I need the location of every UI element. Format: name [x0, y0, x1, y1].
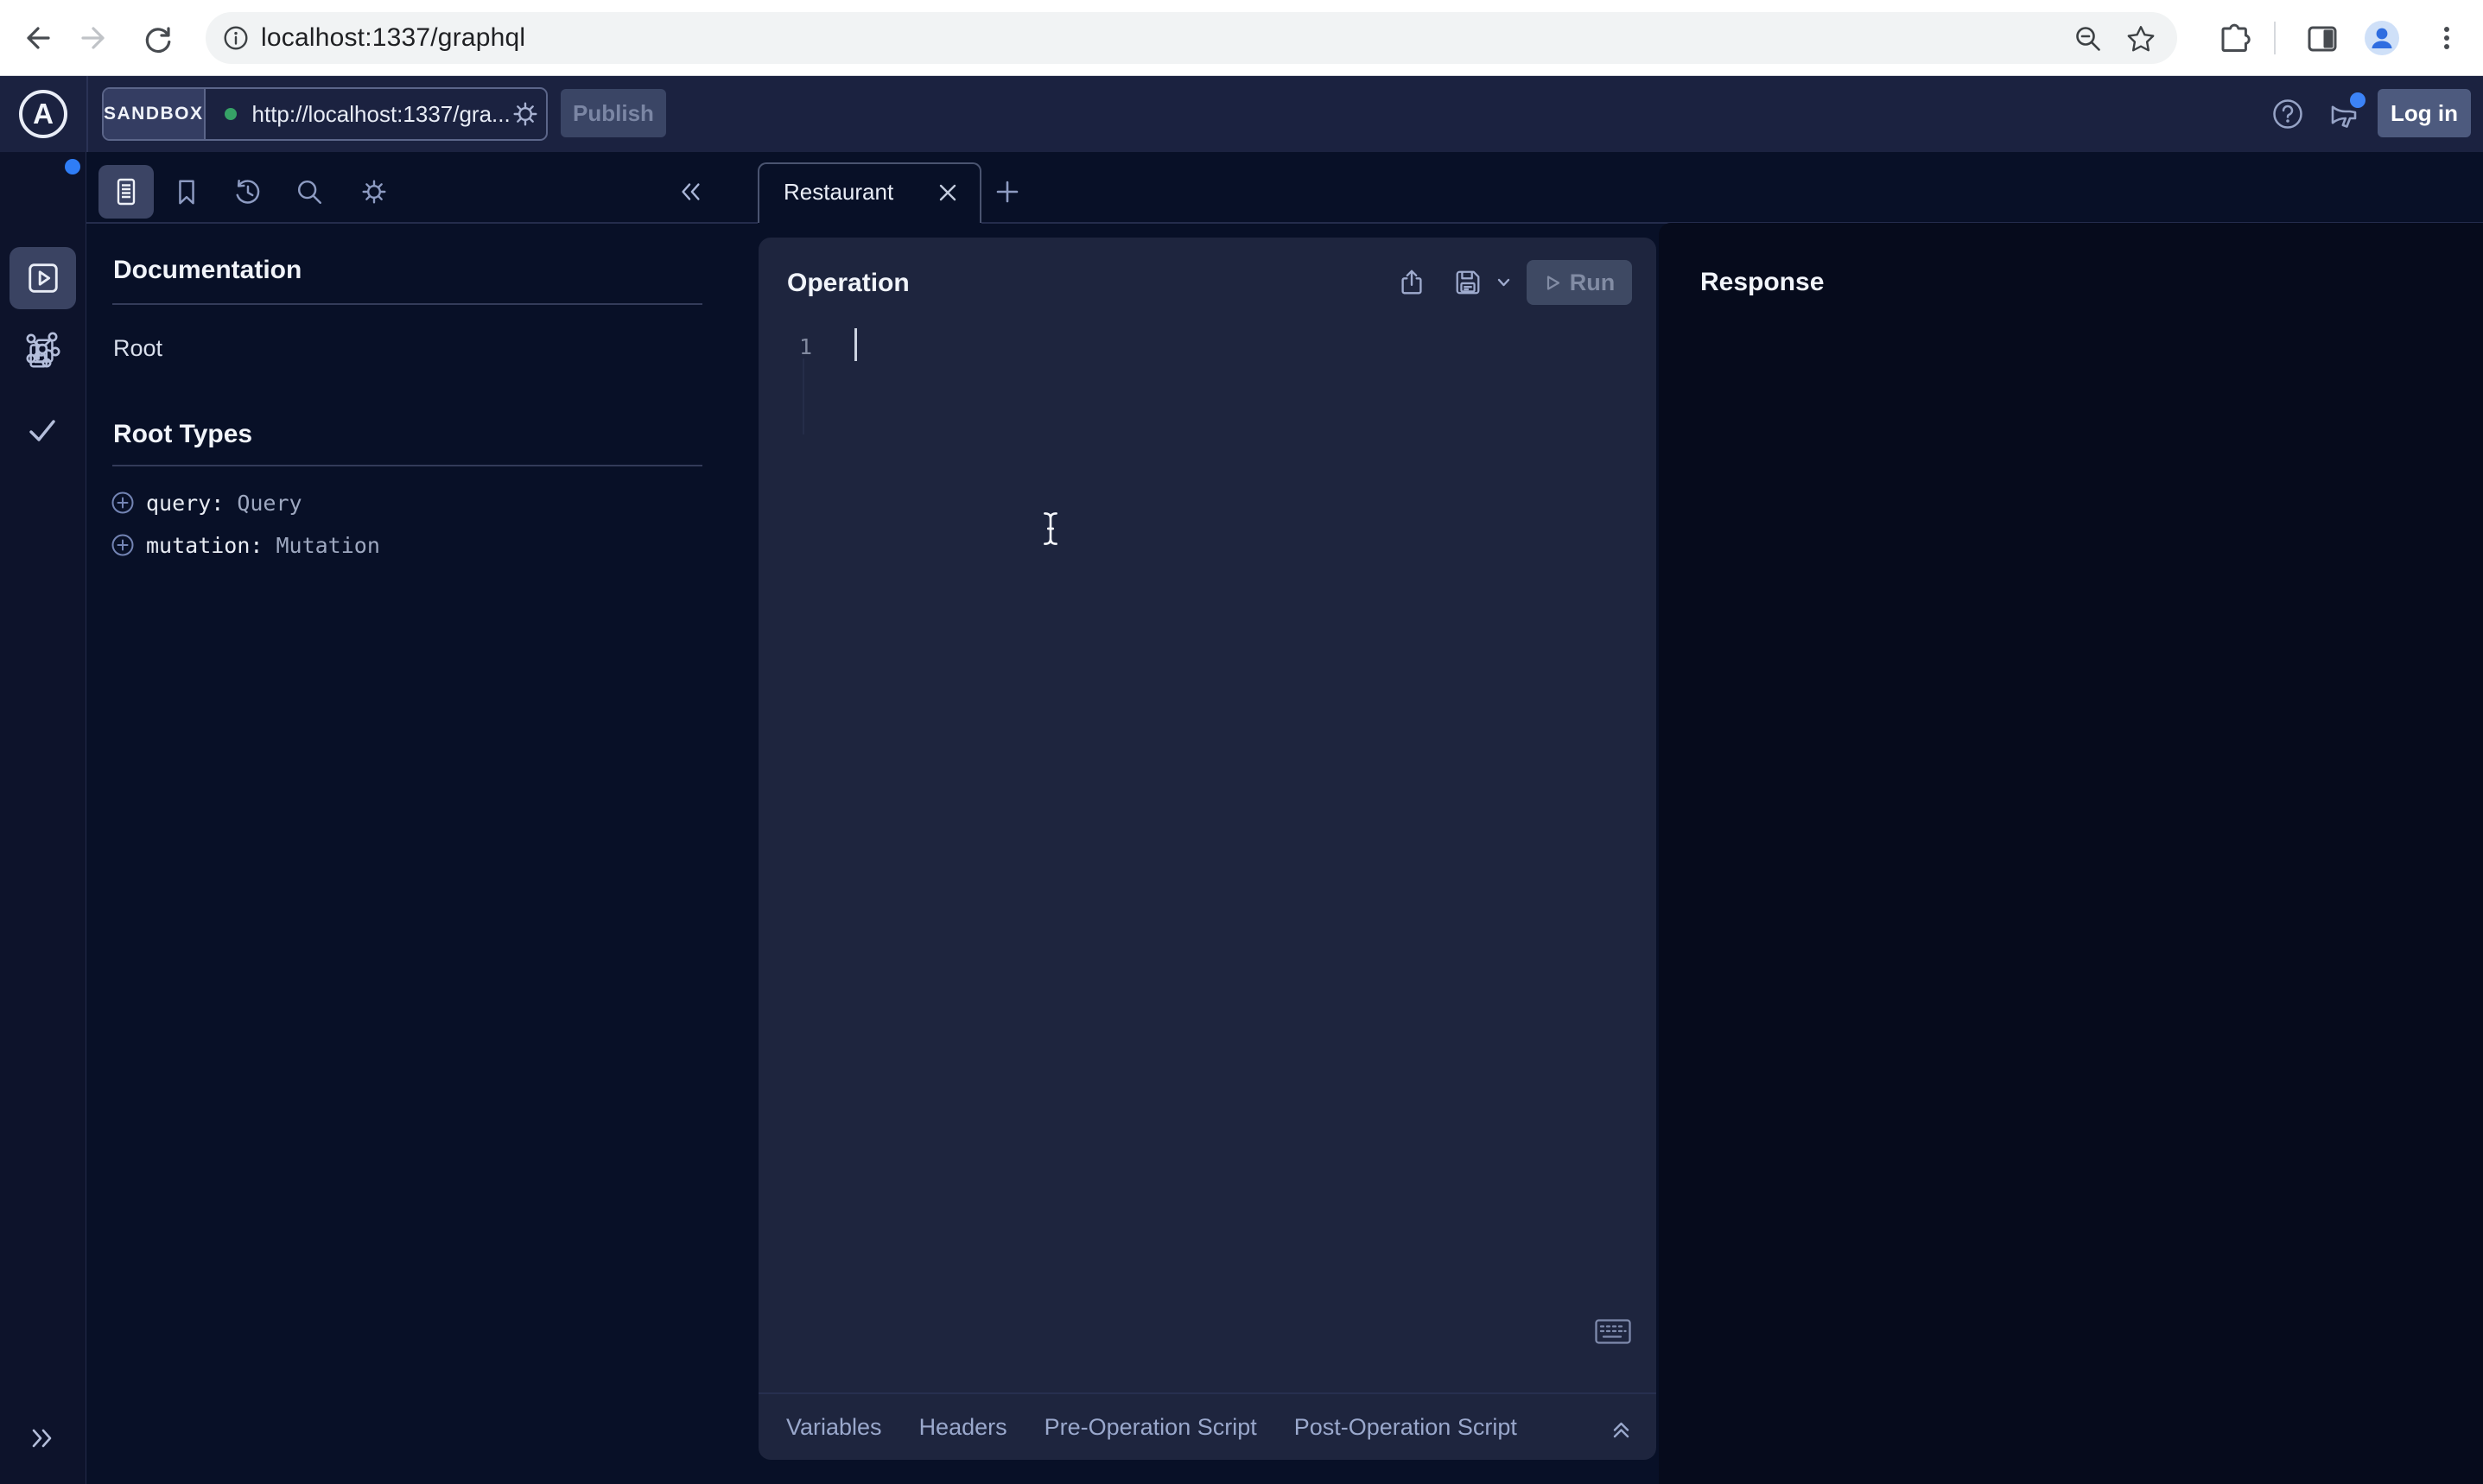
- tab-pre-operation-script[interactable]: Pre-Operation Script: [1045, 1414, 1257, 1441]
- history-icon[interactable]: [233, 177, 263, 206]
- tab-post-operation-script[interactable]: Post-Operation Script: [1294, 1414, 1517, 1441]
- content-area: Restaurant Documentation Root Root Types…: [86, 152, 2483, 1484]
- url-bar[interactable]: localhost:1337/graphql: [206, 12, 2177, 64]
- sidebar-item-changelog[interactable]: [24, 335, 60, 371]
- toolbar-separator: [2274, 22, 2276, 54]
- new-tab-plus-icon[interactable]: [993, 177, 1022, 206]
- docs-panel-title: Documentation: [113, 256, 302, 285]
- field-name: query:: [146, 491, 224, 516]
- connection-status-dot: [225, 108, 237, 120]
- apollo-logo-letter: A: [33, 98, 54, 130]
- star-icon[interactable]: [2125, 23, 2156, 54]
- changelog-icon: [24, 335, 60, 371]
- docs-root-link[interactable]: Root: [113, 335, 162, 362]
- collapse-panel-icon[interactable]: [677, 179, 703, 205]
- line-number: 1: [791, 334, 812, 359]
- side-panel-icon[interactable]: [2305, 22, 2340, 56]
- browser-toolbar: localhost:1337/graphql: [0, 0, 2483, 76]
- settings-gear-icon[interactable]: [359, 177, 389, 206]
- divider: [112, 465, 702, 466]
- zoom-out-icon[interactable]: [2073, 24, 2103, 54]
- login-button[interactable]: Log in: [2378, 89, 2471, 137]
- sidebar-item-checks[interactable]: [25, 414, 60, 448]
- help-icon[interactable]: [2271, 98, 2304, 130]
- response-panel: Response: [1659, 223, 2483, 1484]
- toolbar-divider: [86, 76, 88, 152]
- field-type-link[interactable]: Mutation: [276, 533, 379, 558]
- explorer-icon: [25, 260, 61, 296]
- apollo-toolbar: A SANDBOX http://localhost:1337/gra... P…: [0, 76, 2483, 152]
- graph-notification-dot: [65, 159, 80, 174]
- tab-variables[interactable]: Variables: [786, 1414, 882, 1441]
- sandbox-badge: SANDBOX: [104, 89, 206, 139]
- tab-headers[interactable]: Headers: [919, 1414, 1007, 1441]
- field-type-link[interactable]: Query: [237, 491, 302, 516]
- close-tab-icon[interactable]: [937, 181, 959, 204]
- reload-icon[interactable]: [138, 19, 176, 57]
- connection-settings-gear-icon[interactable]: [511, 99, 540, 129]
- tab-restaurant[interactable]: Restaurant: [758, 162, 981, 223]
- back-icon[interactable]: [17, 19, 55, 57]
- plus-circle-icon[interactable]: [111, 491, 135, 515]
- divider: [112, 303, 702, 305]
- url-text[interactable]: localhost:1337/graphql: [261, 12, 525, 64]
- save-chevron-down-icon[interactable]: [1496, 276, 1512, 289]
- editor-bottom-bar: Variables Headers Pre-Operation Script P…: [759, 1392, 1656, 1460]
- text-caret: [854, 328, 857, 361]
- field-name: mutation:: [146, 533, 263, 558]
- apollo-logo[interactable]: A: [19, 90, 67, 138]
- run-button[interactable]: Run: [1527, 260, 1632, 305]
- left-nav-rail: [0, 152, 86, 1484]
- tabstrip-divider: [86, 222, 758, 224]
- save-icon[interactable]: [1453, 268, 1483, 297]
- operation-title: Operation: [787, 269, 910, 298]
- sidebar-item-explorer[interactable]: [10, 247, 76, 309]
- gutter-divider: [803, 358, 804, 434]
- endpoint-pill: SANDBOX http://localhost:1337/gra...: [102, 87, 548, 141]
- publish-button[interactable]: Publish: [561, 89, 666, 137]
- operation-panel: Operation Run 1 Variables Headers Pre-Op…: [759, 238, 1656, 1460]
- forward-icon[interactable]: [76, 19, 114, 57]
- kebab-menu-icon[interactable]: [2431, 22, 2462, 54]
- ibeam-cursor: [1038, 510, 1063, 548]
- expand-rail-icon[interactable]: [29, 1424, 56, 1452]
- bookmark-icon[interactable]: [172, 177, 201, 206]
- response-title: Response: [1700, 268, 1824, 297]
- share-icon[interactable]: [1397, 268, 1426, 297]
- keyboard-shortcuts-icon[interactable]: [1595, 1319, 1631, 1344]
- collapse-up-icon[interactable]: [1609, 1416, 1634, 1441]
- profile-avatar[interactable]: [2365, 21, 2399, 55]
- docs-tab-documentation[interactable]: [98, 165, 154, 219]
- notification-dot: [2350, 92, 2366, 108]
- document-icon: [111, 176, 142, 207]
- root-type-mutation-row[interactable]: mutation: Mutation: [111, 533, 380, 557]
- tab-title: Restaurant: [784, 164, 893, 219]
- root-types-title: Root Types: [113, 420, 252, 449]
- info-icon[interactable]: [223, 25, 249, 51]
- plus-circle-icon[interactable]: [111, 533, 135, 557]
- endpoint-url-input[interactable]: http://localhost:1337/gra...: [252, 101, 511, 128]
- extensions-icon[interactable]: [2217, 22, 2251, 56]
- search-icon[interactable]: [295, 177, 324, 206]
- root-type-query-row[interactable]: query: Query: [111, 491, 302, 515]
- play-icon: [1544, 274, 1562, 292]
- checklist-icon: [25, 414, 60, 448]
